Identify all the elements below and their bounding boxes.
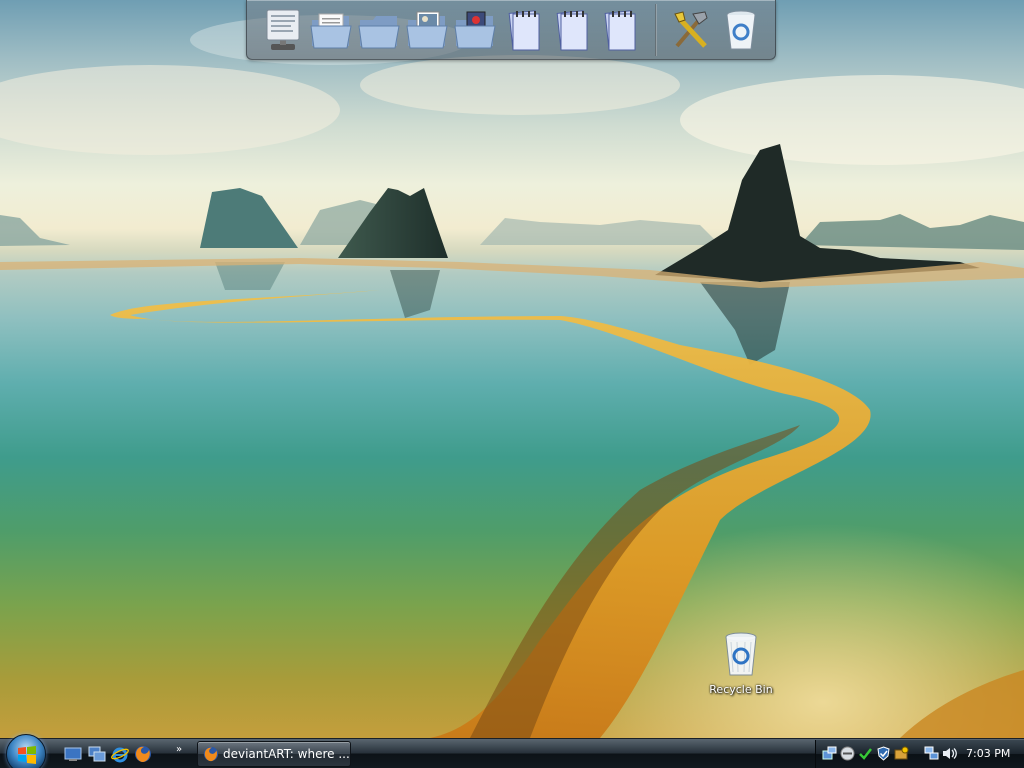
notepad-icon bbox=[556, 10, 588, 51]
notepad-icon bbox=[508, 10, 540, 51]
switch-windows-icon bbox=[88, 746, 106, 762]
tray-messenger[interactable] bbox=[840, 746, 855, 761]
recycle-bin-icon bbox=[725, 632, 757, 676]
dock-notepad-3[interactable] bbox=[599, 6, 643, 54]
notepad-icon bbox=[604, 10, 636, 51]
dock-recycle-bin[interactable] bbox=[719, 6, 763, 54]
recycle-bin-icon bbox=[726, 10, 756, 50]
internet-explorer-icon bbox=[111, 747, 129, 763]
dock-folder-music[interactable] bbox=[453, 6, 497, 54]
taskbar-button-label: deviantART: where ... bbox=[223, 747, 350, 761]
recycle-bin-label: Recycle Bin bbox=[709, 683, 773, 696]
antivirus-icon bbox=[859, 748, 872, 760]
tray-updates[interactable] bbox=[894, 746, 909, 761]
tools-icon bbox=[674, 11, 708, 48]
folder-pictures-icon bbox=[406, 11, 448, 49]
quick-launch-firefox[interactable] bbox=[134, 745, 152, 763]
windows-logo-icon bbox=[18, 746, 36, 764]
tray-network-tool[interactable] bbox=[822, 746, 837, 761]
system-tray: 7:03 PM bbox=[815, 740, 1024, 768]
dock-separator bbox=[655, 4, 657, 56]
messenger-icon bbox=[840, 746, 855, 761]
taskbar-button-firefox[interactable]: deviantART: where ... bbox=[197, 741, 351, 767]
show-desktop-icon bbox=[64, 747, 82, 761]
quick-launch-internet-explorer[interactable] bbox=[111, 745, 129, 763]
folder-icon bbox=[358, 16, 400, 49]
updates-icon bbox=[894, 746, 909, 760]
firefox-icon bbox=[203, 746, 219, 762]
network-icon bbox=[924, 746, 939, 760]
quick-launch-more[interactable]: » bbox=[176, 744, 182, 755]
dock-tools[interactable] bbox=[669, 6, 713, 54]
firefox-icon bbox=[135, 746, 151, 762]
quick-launch-show-desktop[interactable] bbox=[64, 745, 82, 763]
taskbar: » deviantART: where ... 7:03 PM bbox=[0, 734, 1024, 768]
monitor-document-icon bbox=[266, 9, 300, 50]
wallpaper-scene bbox=[0, 15, 1024, 738]
folder-music-icon bbox=[454, 11, 496, 49]
dock-monitor-document[interactable] bbox=[261, 6, 305, 54]
dock-notepad-1[interactable] bbox=[503, 6, 547, 54]
dock-folder-documents[interactable] bbox=[309, 6, 353, 54]
tray-volume[interactable] bbox=[942, 746, 957, 761]
security-shield-icon bbox=[877, 746, 890, 761]
start-button[interactable] bbox=[6, 734, 46, 768]
tray-security-shield[interactable] bbox=[876, 746, 891, 761]
top-dock bbox=[246, 0, 776, 60]
desktop-recycle-bin[interactable]: Recycle Bin bbox=[700, 630, 782, 702]
taskbar-clock[interactable]: 7:03 PM bbox=[966, 747, 1010, 760]
folder-documents-icon bbox=[310, 13, 352, 49]
dock-folder-pictures[interactable] bbox=[405, 6, 449, 54]
tray-network[interactable] bbox=[924, 746, 939, 761]
network-tool-icon bbox=[822, 746, 837, 760]
dock-notepad-2[interactable] bbox=[551, 6, 595, 54]
dock-folder[interactable] bbox=[357, 6, 401, 54]
volume-icon bbox=[943, 748, 957, 759]
tray-antivirus[interactable] bbox=[858, 746, 873, 761]
quick-launch-switch-windows[interactable] bbox=[88, 745, 106, 763]
desktop-wallpaper[interactable]: Recycle Bin bbox=[0, 0, 1024, 738]
